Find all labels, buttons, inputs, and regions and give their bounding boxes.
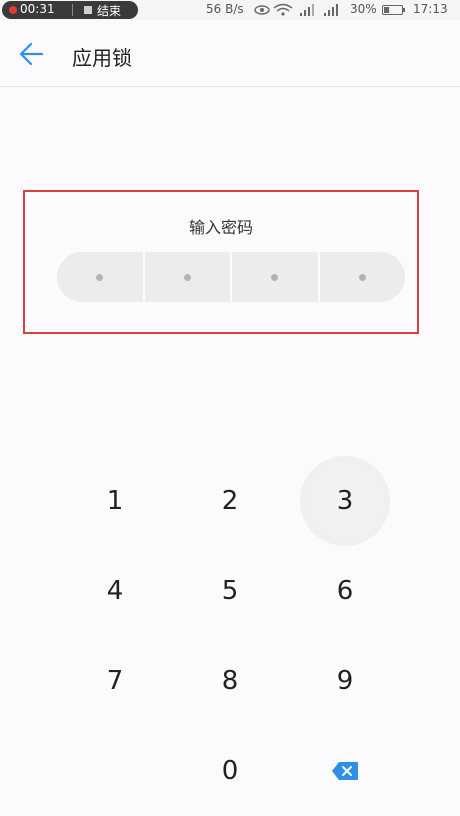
wifi-icon	[273, 3, 293, 16]
backspace-icon	[332, 762, 358, 780]
status-bar: 00:31 结束 56 B/s 30% 17:13	[0, 0, 460, 20]
clock: 17:13	[413, 2, 448, 16]
key-3[interactable]: 3	[300, 456, 390, 546]
back-button[interactable]	[16, 38, 48, 70]
page-title: 应用锁	[72, 46, 132, 70]
battery-icon	[382, 5, 405, 15]
status-icons	[254, 3, 338, 16]
pin-slot	[57, 252, 145, 302]
key-5[interactable]: 5	[185, 546, 275, 636]
app-bar: 应用锁	[0, 20, 460, 87]
signal-icon	[300, 4, 314, 16]
pin-dot	[358, 273, 366, 281]
recording-dot-icon	[9, 6, 17, 14]
pin-input-field[interactable]	[57, 252, 405, 302]
screen-recording-pill[interactable]: 00:31 结束	[2, 1, 138, 19]
pin-slot	[145, 252, 232, 302]
pin-dot	[183, 273, 191, 281]
key-2[interactable]: 2	[185, 456, 275, 546]
key-6[interactable]: 6	[300, 546, 390, 636]
key-7[interactable]: 7	[70, 636, 160, 726]
numeric-keypad: 1 2 3 4 5 6 7 8 9 0	[0, 456, 460, 812]
recording-time: 00:31	[20, 2, 55, 16]
pin-slot	[232, 252, 320, 302]
backspace-button[interactable]	[300, 726, 390, 816]
arrow-left-icon	[19, 42, 44, 66]
signal-icon	[324, 4, 338, 16]
key-8[interactable]: 8	[185, 636, 275, 726]
pin-dot	[271, 273, 279, 281]
key-1[interactable]: 1	[70, 456, 160, 546]
pin-slot	[320, 252, 406, 302]
battery-percent: 30%	[350, 2, 377, 16]
pin-dot	[96, 273, 104, 281]
key-9[interactable]: 9	[300, 636, 390, 726]
recording-divider	[72, 4, 73, 16]
network-speed: 56 B/s	[206, 2, 244, 16]
eye-icon	[254, 5, 270, 15]
recording-end-button[interactable]: 结束	[97, 2, 121, 19]
password-prompt: 输入密码	[188, 218, 253, 237]
password-entry-panel: 输入密码	[23, 190, 419, 334]
key-4[interactable]: 4	[70, 546, 160, 636]
key-0[interactable]: 0	[185, 726, 275, 816]
stop-icon[interactable]	[84, 6, 92, 14]
